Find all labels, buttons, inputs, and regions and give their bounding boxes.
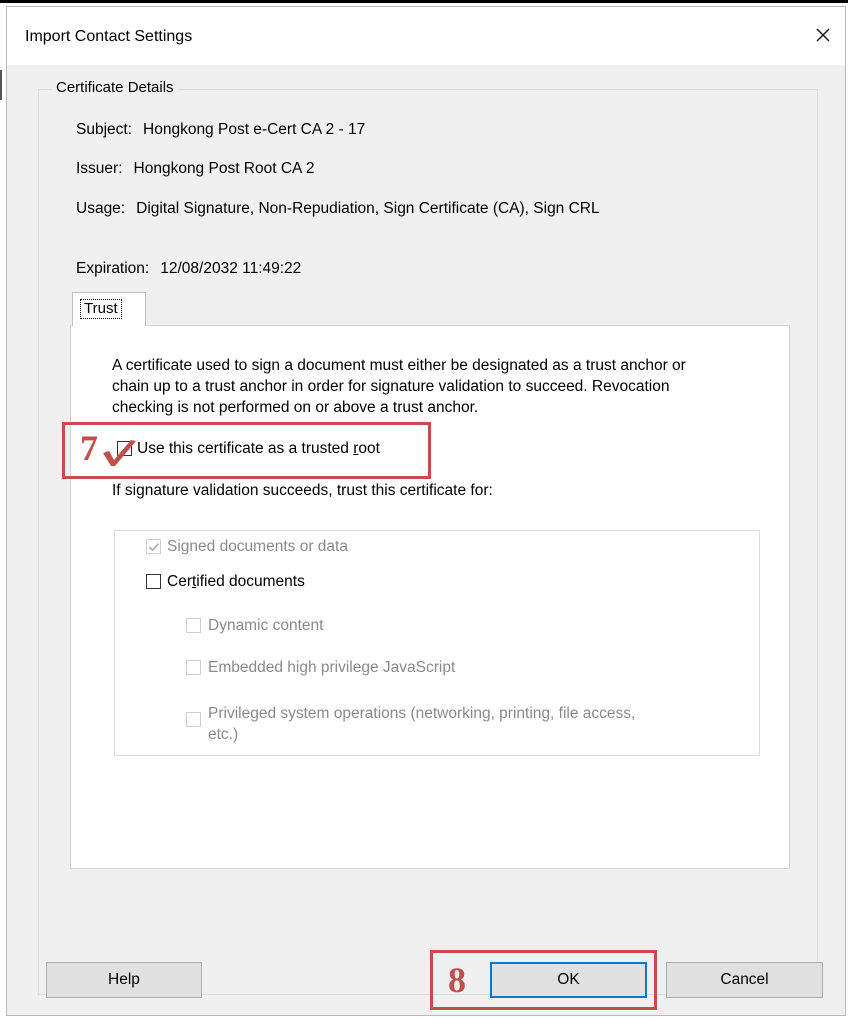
issuer-value: Hongkong Post Root CA 2 [133,160,315,177]
usage-label: Usage: [76,200,126,217]
expiration-label: Expiration: [76,260,150,277]
tab-trust-label: Trust [80,299,122,319]
step-8-number: 8 [448,960,466,1000]
privileged-operations-checkbox[interactable] [186,712,201,727]
close-icon[interactable] [809,21,837,49]
usage-value: Digital Signature, Non-Repudiation, Sign… [136,200,600,217]
trust-description-line-1: A certificate used to sign a document mu… [112,357,686,374]
subject-value: Hongkong Post e-Cert CA 2 - 17 [143,121,366,138]
certificate-details-legend: Certificate Details [52,79,178,96]
trust-description-line-3: checking is not performed on or above a … [112,399,479,416]
subject-row: Subject: Hongkong Post e-Cert CA 2 - 17 [76,121,365,139]
certified-documents-label[interactable]: Certified documents [167,573,305,591]
usage-row: Usage: Digital Signature, Non-Repudiation… [76,200,600,218]
privileged-operations-label: Privileged system operations (networking… [208,703,635,745]
dialog-title: Import Contact Settings [25,28,193,45]
embedded-javascript-label: Embedded high privilege JavaScript [208,659,456,676]
trust-description-line-2: chain up to a trust anchor in order for … [112,378,670,395]
dynamic-content-checkbox[interactable] [186,618,201,633]
title-bar: Import Contact Settings [7,7,845,65]
signed-documents-checkbox[interactable] [146,539,161,554]
step-7-number: 7 [80,428,98,468]
embedded-javascript-checkbox[interactable] [186,660,201,675]
signed-documents-label: Signed documents or data [167,538,348,555]
certified-documents-label-end: ified documents [196,573,305,590]
tab-trust[interactable]: Trust [72,292,146,326]
issuer-row: Issuer: Hongkong Post Root CA 2 [76,160,314,178]
issuer-label: Issuer: [76,160,123,177]
subject-label: Subject: [76,121,133,138]
dynamic-content-label: Dynamic content [208,617,324,634]
help-button[interactable]: Help [46,962,202,998]
trust-description: A certificate used to sign a document mu… [112,355,762,418]
expiration-row: Expiration: 12/08/2032 11:49:22 [76,260,301,278]
certified-documents-checkbox[interactable] [146,574,161,589]
privileged-operations-label-line-1: Privileged system operations (networking… [208,705,636,722]
privileged-operations-label-line-2: etc.) [208,726,239,743]
left-edge-mark [0,70,2,100]
top-border-line [0,0,848,3]
cancel-button[interactable]: Cancel [666,962,823,998]
certified-documents-label-text: Cer [167,573,192,590]
trust-for-label: If signature validation succeeds, trust … [112,482,493,499]
red-checkmark-icon [103,440,136,466]
expiration-value: 12/08/2032 11:49:22 [160,260,302,277]
